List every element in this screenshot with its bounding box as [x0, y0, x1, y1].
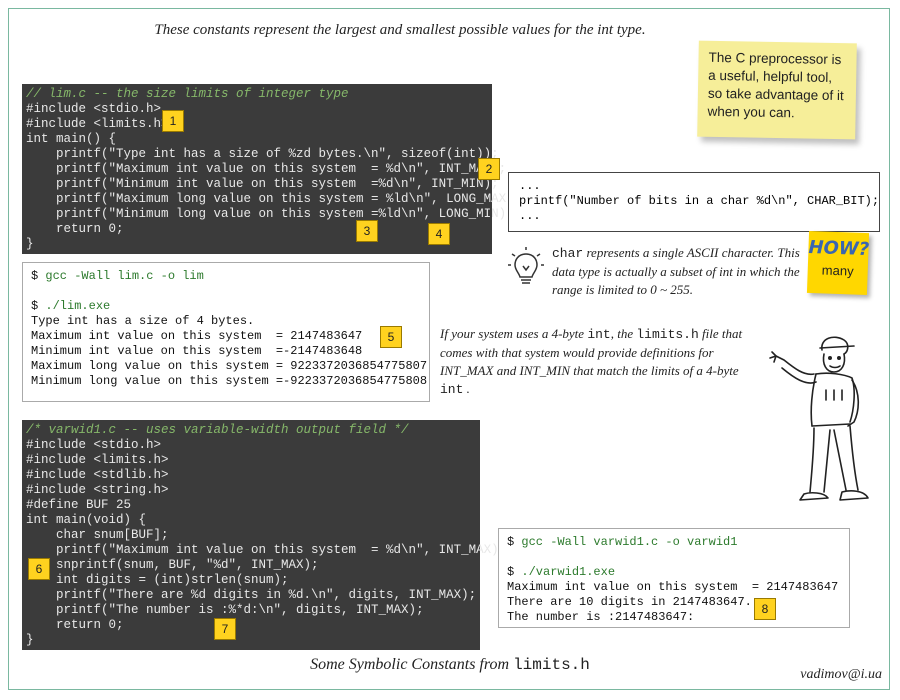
sticky-note-text: The C preprocessor is a useful, helpful … [707, 49, 844, 121]
code-line: int main(void) { [26, 513, 147, 527]
how-many-note: HOW? many [806, 230, 870, 296]
code-line: printf("Maximum long value on this syste… [26, 192, 522, 206]
code-block-lim: // lim.c -- the size limits of integer t… [22, 84, 521, 254]
code-line: #include <limits.h> [26, 453, 169, 467]
badge-2: 2 [478, 158, 500, 180]
code-line: printf("The number is :%*d:\n", digits, … [26, 603, 424, 617]
snippet-line: ... [519, 179, 541, 193]
lightbulb-icon [508, 247, 544, 284]
badge-4: 4 [428, 223, 450, 245]
code-line: char snum[BUF]; [26, 528, 169, 542]
prompt: $ [31, 269, 39, 283]
code-line: printf("Maximum int value on this system… [26, 162, 507, 176]
prompt: $ [507, 565, 515, 579]
desc-code: int [440, 382, 464, 397]
code-line: int main() { [26, 132, 117, 146]
terminal-varwid: $ gcc -Wall varwid1.c -o varwid1 $ ./var… [498, 528, 850, 628]
output-line: Type int has a size of 4 bytes. [31, 314, 255, 328]
code-line: printf("Minimum long value on this syste… [26, 207, 514, 221]
output-line: The number is :2147483647: [507, 610, 695, 624]
how-many-title: HOW? [808, 236, 870, 261]
snippet-line: ... [519, 209, 541, 223]
code-line: #include <string.h> [26, 483, 169, 497]
code-line: } [26, 237, 34, 251]
compile-command: gcc -Wall varwid1.c -o varwid1 [521, 535, 738, 549]
output-line: Minimum long value on this system =-9223… [31, 374, 428, 388]
code-line: printf("There are %d digits in %d.\n", d… [26, 588, 477, 602]
desc-code: limits.h [636, 327, 699, 342]
how-many-sub: many [821, 262, 854, 279]
badge-5: 5 [380, 326, 402, 348]
code-line: #include <stdio.h> [26, 438, 162, 452]
prompt: $ [31, 299, 39, 313]
char-note: char represents a single ASCII character… [552, 244, 812, 299]
code-line: int digits = (int)strlen(snum); [26, 573, 289, 587]
limits-description: If your system uses a 4-byte int, the li… [440, 325, 750, 399]
code-line: printf("Minimum int value on this system… [26, 177, 499, 191]
output-line: Maximum long value on this system = 9223… [31, 359, 428, 373]
caption-text: Some Symbolic Constants from [310, 656, 514, 673]
top-caption: These constants represent the largest an… [154, 22, 646, 38]
output-line: Minimum int value on this system =-21474… [31, 344, 363, 358]
desc-text: , the [610, 326, 637, 341]
terminal-lim: $ gcc -Wall lim.c -o lim $ ./lim.exe Typ… [22, 262, 430, 402]
badge-8: 8 [754, 598, 776, 620]
desc-code: int [587, 327, 611, 342]
code-line: } [26, 633, 34, 647]
char-keyword: char [552, 246, 584, 261]
compile-command: gcc -Wall lim.c -o lim [45, 269, 204, 283]
run-command: ./lim.exe [45, 299, 111, 313]
code-line: #include <limits.h> [26, 117, 169, 131]
code-line: #define BUF 25 [26, 498, 132, 512]
badge-7: 7 [214, 618, 236, 640]
prompt: $ [507, 535, 515, 549]
desc-text: . [463, 381, 470, 396]
code-line: #include <stdio.h> [26, 102, 162, 116]
code-line: printf("Type int has a size of %zd bytes… [26, 147, 499, 161]
caption-code: limits.h [513, 656, 590, 674]
code-line: return 0; [26, 618, 124, 632]
badge-6: 6 [28, 558, 50, 580]
presenter-illustration [769, 336, 869, 501]
torn-paper-snippet: ... printf("Number of bits in a char %d\… [508, 172, 880, 232]
code-comment: /* varwid1.c -- uses variable-width outp… [26, 423, 409, 437]
badge-1: 1 [162, 110, 184, 132]
bottom-caption: Some Symbolic Constants from limits.h [0, 656, 900, 674]
char-note-text: represents a single ASCII character. Thi… [552, 245, 800, 297]
snippet-line: printf("Number of bits in a char %d\n", … [519, 194, 880, 208]
sticky-note: The C preprocessor is a useful, helpful … [697, 40, 857, 140]
run-command: ./varwid1.exe [521, 565, 616, 579]
code-block-varwid: /* varwid1.c -- uses variable-width outp… [22, 420, 506, 650]
code-line: snprintf(snum, BUF, "%d", INT_MAX); [26, 558, 319, 572]
desc-text: If your system uses a 4-byte [440, 326, 588, 341]
output-line: Maximum int value on this system = 21474… [31, 329, 363, 343]
code-line: return 0; [26, 222, 124, 236]
code-line: #include <stdlib.h> [26, 468, 169, 482]
badge-3: 3 [356, 220, 378, 242]
code-comment: // lim.c -- the size limits of integer t… [26, 87, 349, 101]
author-email: vadimov@i.ua [800, 667, 882, 682]
output-line: There are 10 digits in 2147483647. [507, 595, 752, 609]
output-line: Maximum int value on this system = 21474… [507, 580, 839, 594]
code-line: printf("Maximum int value on this system… [26, 543, 507, 557]
